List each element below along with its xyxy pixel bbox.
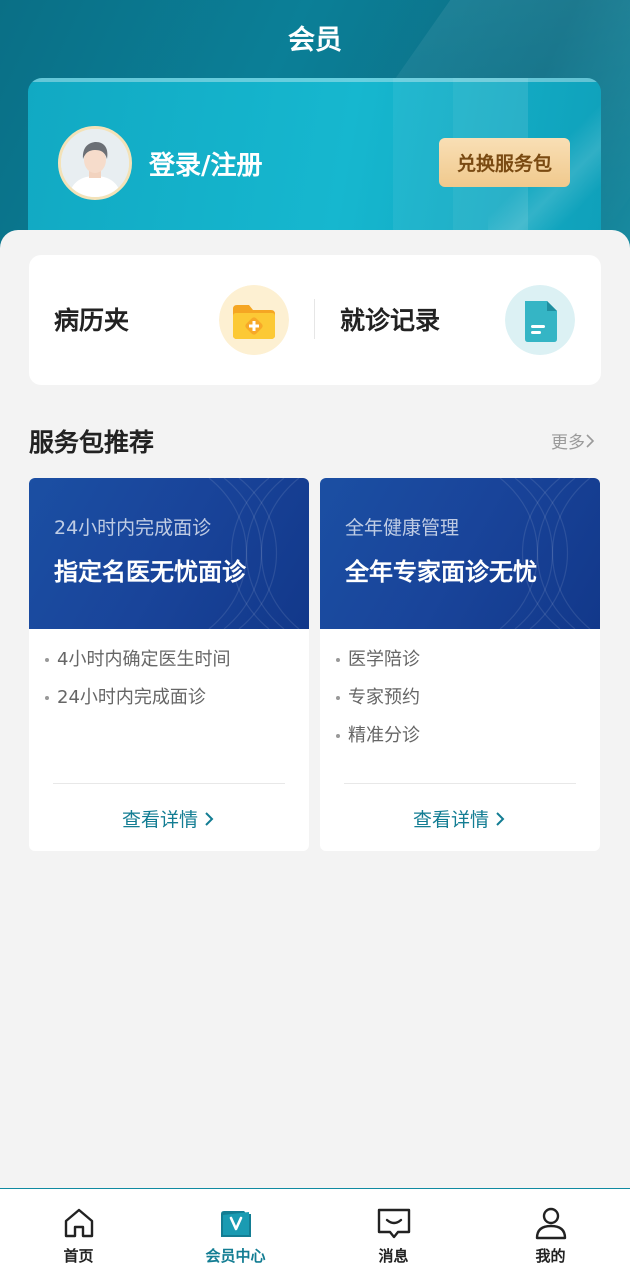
view-details-label: 查看详情 xyxy=(121,809,198,831)
feature-text: 4小时内确定医生时间 xyxy=(57,649,231,670)
profile-icon xyxy=(535,1207,566,1240)
page-title: 会员 xyxy=(288,25,342,56)
bullet-icon xyxy=(45,658,49,662)
visit-records-button[interactable]: 就诊记录 xyxy=(315,255,601,385)
service-package-card[interactable]: 24小时内完成面诊 指定名医无忧面诊 4小时内确定医生时间 24小时内完成面诊 … xyxy=(29,478,309,851)
tab-messages[interactable]: 消息 xyxy=(315,1189,472,1280)
medical-records-folder-button[interactable]: 病历夹 xyxy=(29,255,315,385)
tab-profile[interactable]: 我的 xyxy=(472,1189,629,1280)
quick-actions-card: 病历夹 就诊记录 xyxy=(29,255,601,385)
chevron-right-icon xyxy=(586,433,595,448)
chevron-right-icon xyxy=(496,811,505,826)
package-banner: 24小时内完成面诊 指定名医无忧面诊 xyxy=(29,478,309,629)
feature-item: 医学陪诊 xyxy=(336,648,420,686)
folder-icon xyxy=(219,285,289,355)
package-subtitle: 全年健康管理 xyxy=(345,517,460,539)
divider xyxy=(344,783,576,784)
home-icon xyxy=(64,1208,93,1238)
tab-label: 首页 xyxy=(63,1247,94,1265)
package-title: 指定名医无忧面诊 xyxy=(54,558,246,586)
avatar-placeholder-icon xyxy=(61,129,129,197)
tab-label: 会员中心 xyxy=(205,1247,266,1265)
content-sheet: 病历夹 就诊记录 服务包推荐 更多 24小时内完成面诊 指定名医无忧面诊 4小时… xyxy=(0,230,630,1190)
package-title: 全年专家面诊无忧 xyxy=(345,558,537,586)
document-icon xyxy=(505,285,575,355)
bullet-icon xyxy=(336,696,340,700)
quick-action-label: 病历夹 xyxy=(54,306,130,335)
tab-member-center[interactable]: 会员中心 xyxy=(157,1189,314,1280)
package-subtitle: 24小时内完成面诊 xyxy=(54,517,212,539)
tab-home[interactable]: 首页 xyxy=(0,1189,157,1280)
package-banner: 全年健康管理 全年专家面诊无忧 xyxy=(320,478,600,629)
redeem-package-button[interactable]: 兑换服务包 xyxy=(439,138,570,187)
feature-item: 精准分诊 xyxy=(336,724,420,762)
feature-item: 24小时内完成面诊 xyxy=(45,686,230,724)
feature-text: 专家预约 xyxy=(348,687,420,708)
feature-item: 专家预约 xyxy=(336,686,420,724)
quick-action-label: 就诊记录 xyxy=(340,306,441,335)
more-link[interactable]: 更多 xyxy=(551,428,595,453)
more-label: 更多 xyxy=(551,433,585,453)
bullet-icon xyxy=(336,658,340,662)
chevron-right-icon xyxy=(205,811,214,826)
view-details-link[interactable]: 查看详情 xyxy=(320,805,600,832)
bullet-icon xyxy=(336,734,340,738)
feature-text: 精准分诊 xyxy=(348,725,420,746)
tab-label: 消息 xyxy=(378,1247,409,1265)
feature-item: 4小时内确定医生时间 xyxy=(45,648,230,686)
package-features: 4小时内确定医生时间 24小时内完成面诊 xyxy=(45,648,230,724)
view-details-label: 查看详情 xyxy=(412,809,489,831)
feature-text: 医学陪诊 xyxy=(348,649,420,670)
tab-label: 我的 xyxy=(535,1247,566,1265)
feature-text: 24小时内完成面诊 xyxy=(57,687,206,708)
package-features: 医学陪诊 专家预约 精准分诊 xyxy=(336,648,420,762)
bullet-icon xyxy=(45,696,49,700)
member-card: 登录/注册 兑换服务包 xyxy=(28,78,601,253)
message-icon xyxy=(377,1208,410,1239)
avatar[interactable] xyxy=(58,126,132,200)
view-details-link[interactable]: 查看详情 xyxy=(29,805,309,832)
divider xyxy=(53,783,285,784)
member-center-icon xyxy=(220,1211,251,1237)
login-register-link[interactable]: 登录/注册 xyxy=(149,145,263,182)
service-package-card[interactable]: 全年健康管理 全年专家面诊无忧 医学陪诊 专家预约 精准分诊 查看详情 xyxy=(320,478,600,851)
section-title: 服务包推荐 xyxy=(29,428,155,457)
bottom-tab-bar: 首页 会员中心 消息 我的 xyxy=(0,1188,630,1280)
